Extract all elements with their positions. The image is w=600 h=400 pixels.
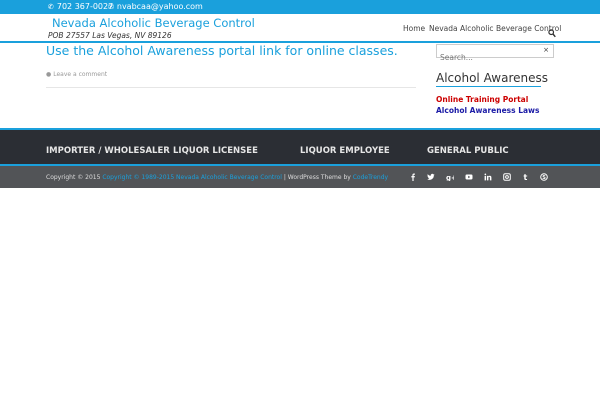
top-bar-email[interactable]: ✉ nvabcaa@yahoo.com	[108, 1, 203, 13]
twitter-icon[interactable]	[427, 173, 435, 181]
theme-credit-link[interactable]: CodeTrendy	[353, 174, 388, 181]
top-bar-phone: ✆ 702 367-0027	[48, 1, 113, 13]
theme-credit-text: | WordPress Theme by	[281, 174, 353, 181]
leave-comment-link[interactable]: Leave a comment	[53, 71, 107, 78]
footer-heading-employee: LIQUOR EMPLOYEE	[300, 146, 390, 156]
online-training-portal-link[interactable]: Online Training Portal	[436, 95, 528, 104]
sidebar-search: ×	[436, 44, 554, 64]
youtube-icon[interactable]	[465, 173, 473, 181]
copyright-prefix: Copyright © 2015	[46, 174, 103, 181]
site-description: POB 27557 Las Vegas, NV 89126	[48, 31, 172, 40]
email-text[interactable]: nvabcaa@yahoo.com	[117, 2, 203, 11]
site-header: Nevada Alcoholic Beverage Control POB 27…	[0, 14, 600, 43]
google-plus-icon[interactable]: g+	[446, 173, 454, 181]
skype-icon[interactable]: S	[540, 173, 548, 181]
post-title[interactable]: Use the Alcohol Awareness portal link fo…	[46, 43, 398, 58]
search-clear-icon[interactable]: ×	[543, 46, 549, 54]
copyright-text: Copyright © 2015 Copyright © 1989-2015 N…	[46, 174, 388, 181]
footer-heading-importer: IMPORTER / WHOLESALER	[46, 146, 170, 156]
footer-heading-licensee: LIQUOR LICENSEE	[173, 146, 258, 156]
footer-widgets: IMPORTER / WHOLESALER LIQUOR LICENSEE LI…	[0, 128, 600, 166]
post-meta[interactable]: ● Leave a comment	[46, 71, 107, 78]
copyright-link[interactable]: Copyright © 1989-2015 Nevada Alcoholic B…	[102, 174, 282, 181]
top-bar: ✆ 702 367-0027 ✉ nvabcaa@yahoo.com	[0, 0, 600, 14]
widget-title: Alcohol Awareness	[436, 71, 549, 85]
phone-text: 702 367-0027	[56, 2, 114, 11]
nav-item-nevada-abc[interactable]: Nevada Alcoholic Beverage Control	[429, 24, 561, 33]
linkedin-icon[interactable]	[484, 173, 492, 181]
site-title[interactable]: Nevada Alcoholic Beverage Control	[52, 16, 255, 30]
facebook-icon[interactable]	[409, 173, 417, 181]
comment-icon: ●	[46, 71, 52, 78]
bottom-bar: Copyright © 2015 Copyright © 1989-2015 N…	[0, 166, 600, 188]
svg-text:t: t	[524, 173, 528, 181]
phone-icon: ✆	[48, 3, 54, 11]
instagram-icon[interactable]	[503, 173, 511, 181]
envelope-icon: ✉	[108, 3, 114, 11]
nav-item-home[interactable]: Home	[403, 24, 425, 33]
alcohol-awareness-laws-link[interactable]: Alcohol Awareness Laws	[436, 106, 539, 115]
post-divider	[46, 87, 416, 88]
widget-title-underline	[436, 86, 541, 87]
search-input[interactable]	[437, 51, 537, 64]
svg-text:g+: g+	[446, 174, 454, 181]
footer-heading-public: GENERAL PUBLIC	[427, 146, 509, 156]
svg-text:S: S	[542, 175, 546, 181]
search-icon[interactable]	[548, 23, 556, 38]
tumblr-icon[interactable]: t	[522, 173, 530, 181]
